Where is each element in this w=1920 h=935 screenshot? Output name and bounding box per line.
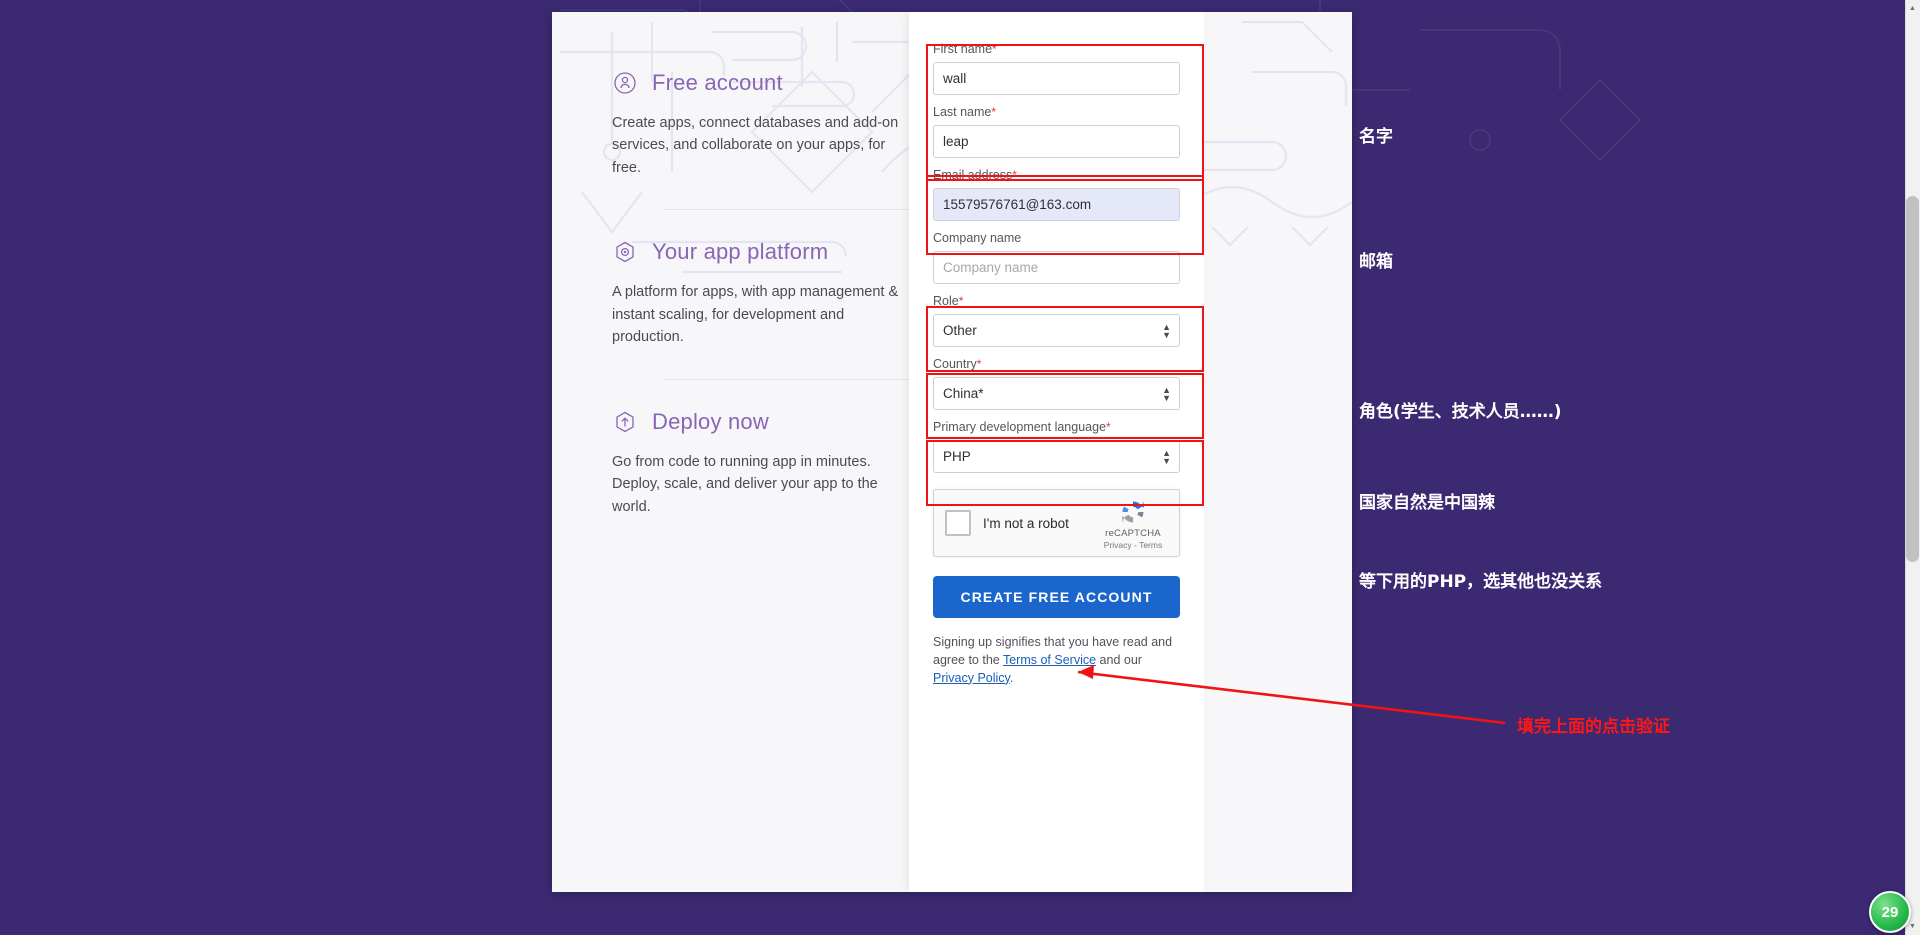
label-text: Last name (933, 105, 992, 119)
annotation-country-label: 国家自然是中国辣 (1359, 493, 1495, 513)
label-text: Primary development language (933, 420, 1107, 434)
required-asterisk: * (991, 105, 997, 119)
annotation-role-label: 角色(学生、技术人员……) (1359, 402, 1562, 422)
label-text: Email address (933, 168, 1013, 182)
signup-legal-text: Signing up signifies that you have read … (933, 634, 1180, 687)
recaptcha-branding: reCAPTCHA Privacy - Terms (1096, 497, 1170, 550)
vertical-scrollbar[interactable]: ▲ ▼ (1905, 0, 1920, 935)
field-email: Email address* (933, 168, 1180, 221)
email-input[interactable] (933, 188, 1180, 221)
field-primary-language: Primary development language* PHP ▲ ▼ (933, 420, 1180, 473)
feature-your-app-platform: Your app platform A platform for apps, w… (612, 209, 952, 378)
required-asterisk: * (1012, 168, 1017, 182)
feature-title: Free account (652, 70, 783, 95)
field-first-name: First name* (933, 42, 1180, 95)
country-label: Country* (933, 357, 1180, 372)
feature-title: Deploy now (652, 408, 769, 434)
divider (664, 378, 946, 380)
required-asterisk: * (992, 42, 997, 56)
field-last-name: Last name* (933, 105, 1180, 158)
page-root: Free account Create apps, connect databa… (0, 0, 1920, 935)
label-text: Country (933, 357, 977, 371)
annotation-captcha-label: 填完上面的点击验证 (1517, 717, 1670, 737)
feature-free-account: Free account Create apps, connect databa… (612, 70, 952, 209)
label-text: Role (933, 294, 959, 308)
annotation-email-label: 邮箱 (1359, 252, 1393, 272)
scrollbar-thumb[interactable] (1906, 196, 1919, 562)
privacy-policy-link[interactable]: Privacy Policy (933, 671, 1010, 685)
required-asterisk: * (958, 294, 964, 308)
first-name-input[interactable] (933, 62, 1180, 95)
recaptcha-checkbox[interactable] (945, 510, 971, 536)
legal-suffix: . (1009, 670, 1014, 685)
required-asterisk: * (1106, 420, 1111, 434)
recaptcha-logo-icon (1121, 501, 1145, 523)
signup-form: First name* Last name* Email address* Co… (909, 12, 1204, 892)
field-company-name: Company name (933, 231, 1180, 284)
legal-middle: and our (1096, 652, 1142, 667)
feature-description: Go from code to running app in minutes. … (612, 453, 878, 515)
create-free-account-button[interactable]: CREATE FREE ACCOUNT (933, 576, 1180, 618)
required-asterisk: * (976, 357, 982, 371)
label-text: Company name (933, 231, 1022, 245)
terms-of-service-link[interactable]: Terms of Service (1003, 653, 1096, 667)
country-select[interactable]: China* (933, 377, 1180, 410)
label-text: First name (933, 42, 993, 56)
field-role: Role* Other ▲ ▼ (933, 294, 1180, 347)
recaptcha-brand-text: reCAPTCHA (1105, 528, 1161, 539)
field-country: Country* China* ▲ ▼ (933, 357, 1180, 410)
first-name-label: First name* (933, 42, 1180, 57)
annotation-language-label: 等下用的PHP，选其他也没关系 (1359, 572, 1603, 592)
last-name-input[interactable] (933, 125, 1180, 158)
primary-language-select[interactable]: PHP (933, 440, 1180, 473)
hexagon-target-icon (612, 239, 638, 265)
signup-card: Free account Create apps, connect databa… (552, 12, 1352, 892)
email-label: Email address* (933, 168, 1180, 183)
annotation-name-label: 名字 (1359, 127, 1393, 147)
feature-title: Your app platform (652, 239, 829, 265)
role-label: Role* (933, 294, 1180, 309)
feature-description: A platform for apps, with app management… (612, 284, 899, 346)
marketing-column: Free account Create apps, connect databa… (612, 70, 952, 548)
scroll-up-arrow-icon[interactable]: ▲ (1906, 1, 1919, 16)
primary-language-label: Primary development language* (933, 420, 1180, 435)
company-name-label: Company name (933, 231, 1180, 246)
recaptcha-legal-text[interactable]: Privacy - Terms (1096, 540, 1170, 550)
divider (664, 209, 946, 211)
company-name-input[interactable] (933, 251, 1180, 284)
feature-deploy-now: Deploy now Go from code to running app i… (612, 378, 952, 548)
recaptcha-widget[interactable]: I'm not a robot reCAPTCHA Privacy - Term… (933, 489, 1180, 557)
role-select[interactable]: Other (933, 314, 1180, 347)
recaptcha-label: I'm not a robot (983, 515, 1069, 531)
notification-badge[interactable]: 29 (1869, 891, 1911, 933)
last-name-label: Last name* (933, 105, 1180, 120)
hexagon-upload-icon (612, 409, 638, 435)
user-circle-icon (612, 70, 638, 96)
feature-description: Create apps, connect databases and add-o… (612, 115, 899, 176)
